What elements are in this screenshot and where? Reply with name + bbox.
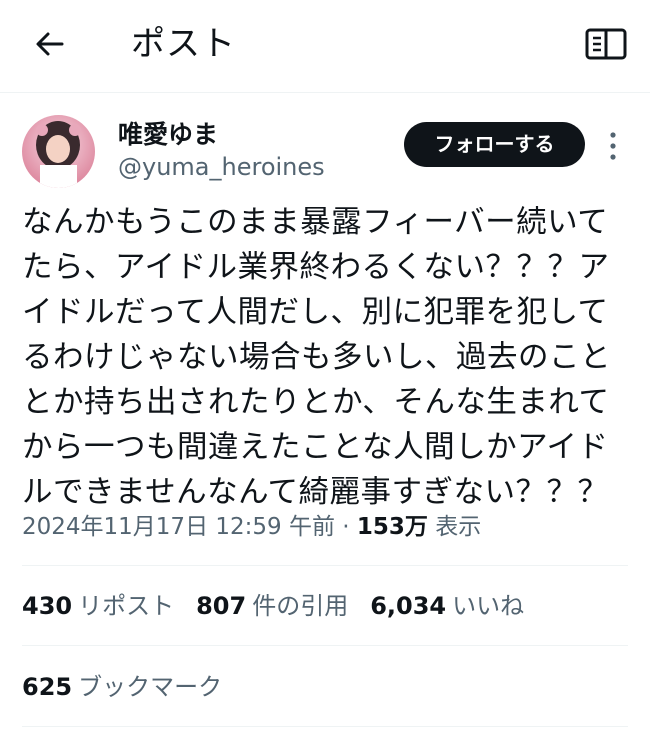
views-count: 153万: [356, 514, 428, 540]
user-handle[interactable]: @yuma_heroines: [118, 152, 325, 182]
timestamp[interactable]: 2024年11月17日 12:59 午前: [22, 514, 335, 540]
page-title: ポスト: [131, 24, 236, 64]
bookmark-label: ブックマーク: [78, 673, 223, 701]
stat-reposts[interactable]: 430 リポスト: [22, 590, 174, 622]
avatar-image: [22, 115, 95, 188]
user-name[interactable]: 唯愛ゆま: [118, 119, 218, 151]
stat-bookmarks[interactable]: 625 ブックマーク: [22, 671, 244, 703]
tweet-text: なんかもうこのまま暴露フィーバー続いて たら、アイドル業界終わるくない？？？ア …: [22, 205, 611, 510]
bookmark-count: 625: [22, 673, 73, 701]
stat-likes[interactable]: 6,034 いいね: [370, 590, 524, 622]
arrow-left-icon[interactable]: [32, 26, 68, 62]
follow-button[interactable]: フォローする: [404, 122, 585, 167]
stat-quotes[interactable]: 807 件の引用: [196, 590, 348, 622]
more-vertical-icon[interactable]: [606, 130, 620, 162]
divider: [22, 565, 628, 566]
divider: [22, 645, 628, 646]
avatar[interactable]: [22, 115, 95, 188]
views-label: 表示: [435, 514, 482, 540]
meta-separator: ·: [334, 514, 357, 540]
tweet-meta: 2024年11月17日 12:59 午前 · 153万 表示: [22, 511, 481, 543]
engagement-stats: 430 リポスト 807 件の引用 6,034 いいね: [22, 590, 546, 622]
book-open-icon[interactable]: [584, 25, 628, 63]
top-bar: ポスト: [0, 0, 650, 93]
divider: [22, 726, 628, 727]
